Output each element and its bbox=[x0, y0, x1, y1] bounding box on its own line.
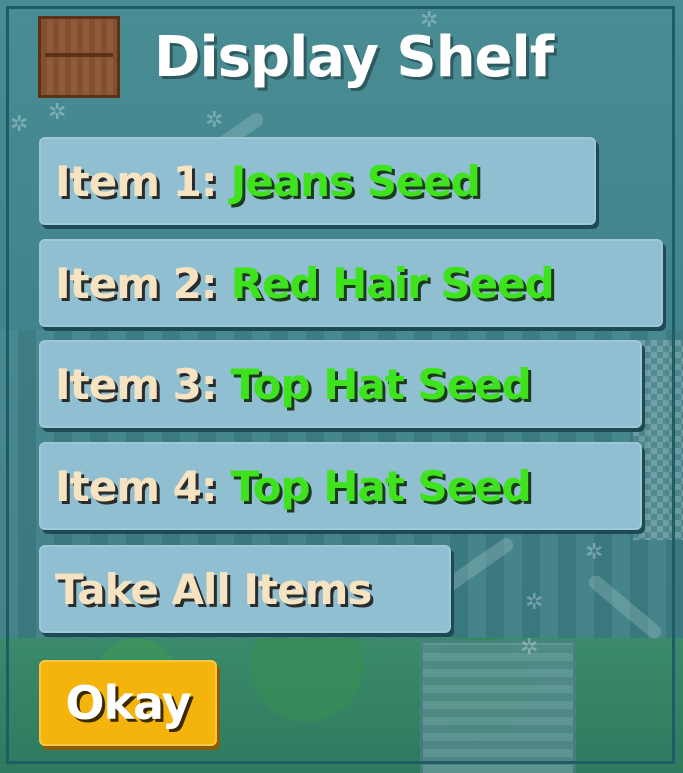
shelf-divider bbox=[45, 53, 113, 57]
shelf-item-value: Top Hat Seed bbox=[230, 461, 532, 511]
dialog-header: Display Shelf bbox=[38, 14, 554, 100]
shelf-item-label: Item 4: bbox=[55, 461, 218, 511]
take-all-items-button[interactable]: Take All Items bbox=[39, 545, 451, 633]
display-shelf-icon bbox=[38, 16, 120, 98]
shelf-item-1-button[interactable]: Item 1: Jeans Seed bbox=[39, 137, 596, 225]
shelf-item-label: Item 3: bbox=[55, 359, 218, 409]
shelf-item-label: Item 2: bbox=[55, 258, 218, 308]
shelf-item-4-button[interactable]: Item 4: Top Hat Seed bbox=[39, 442, 642, 530]
okay-button[interactable]: Okay bbox=[39, 660, 217, 746]
shelf-item-value: Top Hat Seed bbox=[230, 359, 532, 409]
shelf-wood-grain bbox=[41, 19, 117, 95]
shelf-item-value: Jeans Seed bbox=[230, 156, 481, 206]
shelf-item-label: Item 1: bbox=[55, 156, 218, 206]
shelf-item-value: Red Hair Seed bbox=[230, 258, 555, 308]
dialog-title: Display Shelf bbox=[154, 24, 554, 90]
shelf-item-2-button[interactable]: Item 2: Red Hair Seed bbox=[39, 239, 663, 327]
take-all-items-label: Take All Items bbox=[55, 564, 372, 614]
shelf-item-3-button[interactable]: Item 3: Top Hat Seed bbox=[39, 340, 642, 428]
